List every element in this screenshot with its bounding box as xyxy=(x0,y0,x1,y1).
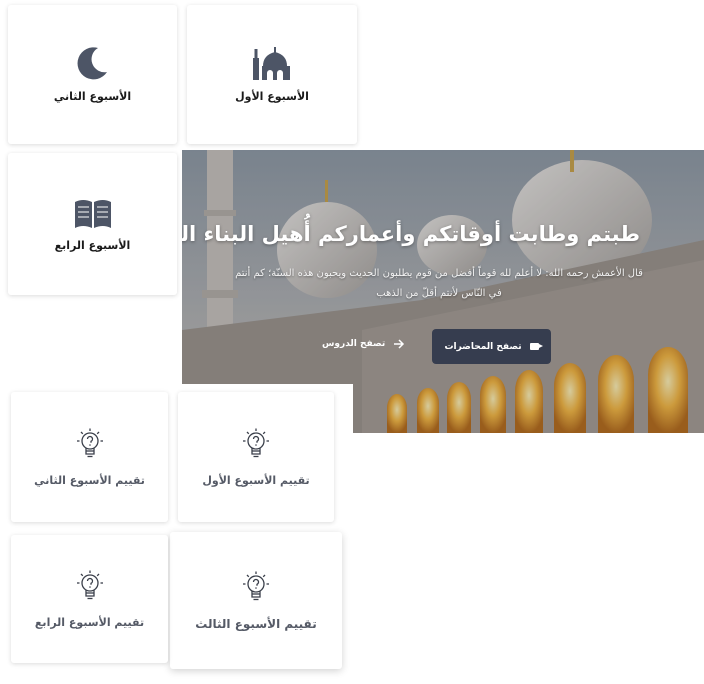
lightbulb-question-icon xyxy=(243,428,269,457)
hero-title: طبتم وطابت أوقاتكم وأعماركم أُهيل البناء… xyxy=(182,222,640,246)
mosque-icon xyxy=(253,47,290,80)
hero-quote: قال الأعمش رحمه الله: لا أعلم لله قوماً … xyxy=(235,268,643,299)
evaluation-card-label: تقييم الأسبوع الأول xyxy=(202,473,310,487)
browse-lectures-label: تصفح المحاضرات xyxy=(444,341,522,352)
browse-lessons-label: تصفح الدروس xyxy=(322,339,386,349)
evaluation-card-3[interactable]: تقييم الأسبوع الثالث xyxy=(170,532,342,669)
arrow-right-icon xyxy=(394,339,405,349)
evaluation-card-label: تقييم الأسبوع الرابع xyxy=(34,615,145,629)
week-card-label: الأسبوع الرابع xyxy=(54,238,131,252)
open-book-icon xyxy=(74,199,111,228)
evaluation-card-label: تقييم الأسبوع الثالث xyxy=(195,616,317,631)
browse-lessons-link[interactable]: تصفح الدروس xyxy=(322,339,405,349)
evaluation-card-label: تقييم الأسبوع الثاني xyxy=(34,473,145,487)
video-camera-icon xyxy=(529,343,543,350)
moon-icon xyxy=(77,47,107,80)
week-card-1[interactable]: الأسبوع الأول xyxy=(187,5,357,144)
week-card-label: الأسبوع الأول xyxy=(235,90,309,103)
lightbulb-question-icon xyxy=(76,570,103,599)
browse-lectures-button[interactable]: تصفح المحاضرات xyxy=(432,329,551,364)
lightbulb-question-icon xyxy=(76,428,103,457)
evaluation-card-2[interactable]: تقييم الأسبوع الثاني xyxy=(11,392,168,522)
evaluation-card-1[interactable]: تقييم الأسبوع الأول xyxy=(178,392,334,522)
lightbulb-question-icon xyxy=(243,571,269,600)
week-card-label: الأسبوع الثاني xyxy=(53,90,132,103)
week-card-4[interactable]: الأسبوع الرابع xyxy=(8,153,177,295)
evaluation-card-4[interactable]: تقييم الأسبوع الرابع xyxy=(11,535,168,663)
week-card-2[interactable]: الأسبوع الثاني xyxy=(8,5,177,144)
